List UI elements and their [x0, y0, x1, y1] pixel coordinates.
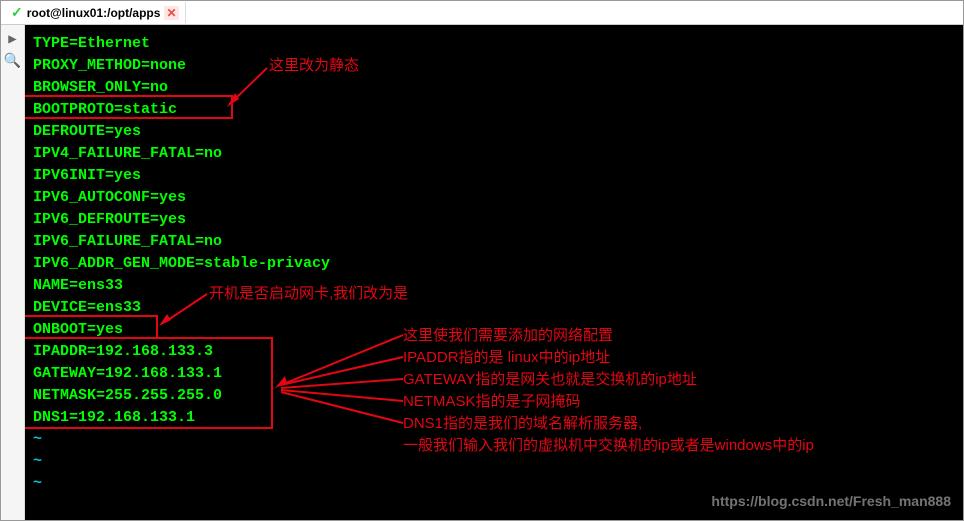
annotation-onboot: 开机是否启动网卡,我们改为是: [209, 283, 408, 305]
annotation-dns1-extra: 一般我们输入我们的虚拟机中交换机的ip或者是windows中的ip: [403, 435, 814, 457]
config-line: IPV6_AUTOCONF=yes: [33, 187, 963, 209]
annotation-dns1: DNS1指的是我们的域名解析服务器,: [403, 413, 642, 435]
config-line: PROXY_METHOD=none: [33, 55, 963, 77]
config-line: IPV4_FAILURE_FATAL=no: [33, 143, 963, 165]
config-line: NAME=ens33: [33, 275, 963, 297]
annotation-gateway: GATEWAY指的是网关也就是交换机的ip地址: [403, 369, 697, 391]
terminal-tab[interactable]: ✓ root@linux01:/opt/apps ✕: [5, 2, 186, 23]
config-line: BOOTPROTO=static: [33, 99, 963, 121]
config-line: TYPE=Ethernet: [33, 33, 963, 55]
check-icon: ✓: [11, 4, 23, 21]
config-line: IPV6_ADDR_GEN_MODE=stable-privacy: [33, 253, 963, 275]
watermark: https://blog.csdn.net/Fresh_man888: [711, 490, 951, 512]
annotation-network-header: 这里使我们需要添加的网络配置: [403, 325, 613, 347]
annotation-ipaddr: IPADDR指的是 linux中的ip地址: [403, 347, 610, 369]
close-icon[interactable]: ✕: [164, 6, 178, 20]
config-line: IPV6INIT=yes: [33, 165, 963, 187]
tab-bar: ✓ root@linux01:/opt/apps ✕: [1, 1, 963, 25]
arrow-right-icon[interactable]: ▶: [5, 31, 21, 47]
config-line: BROWSER_ONLY=no: [33, 77, 963, 99]
config-line: IPV6_DEFROUTE=yes: [33, 209, 963, 231]
annotation-static: 这里改为静态: [269, 55, 359, 77]
config-line: DEVICE=ens33: [33, 297, 963, 319]
gutter: ▶ 🔍: [1, 25, 25, 520]
search-icon[interactable]: 🔍: [5, 53, 21, 69]
terminal[interactable]: TYPE=Ethernet PROXY_METHOD=none BROWSER_…: [25, 25, 963, 520]
config-line: DEFROUTE=yes: [33, 121, 963, 143]
annotation-netmask: NETMASK指的是子网掩码: [403, 391, 581, 413]
config-line: IPV6_FAILURE_FATAL=no: [33, 231, 963, 253]
tab-title: root@linux01:/opt/apps: [27, 6, 161, 20]
